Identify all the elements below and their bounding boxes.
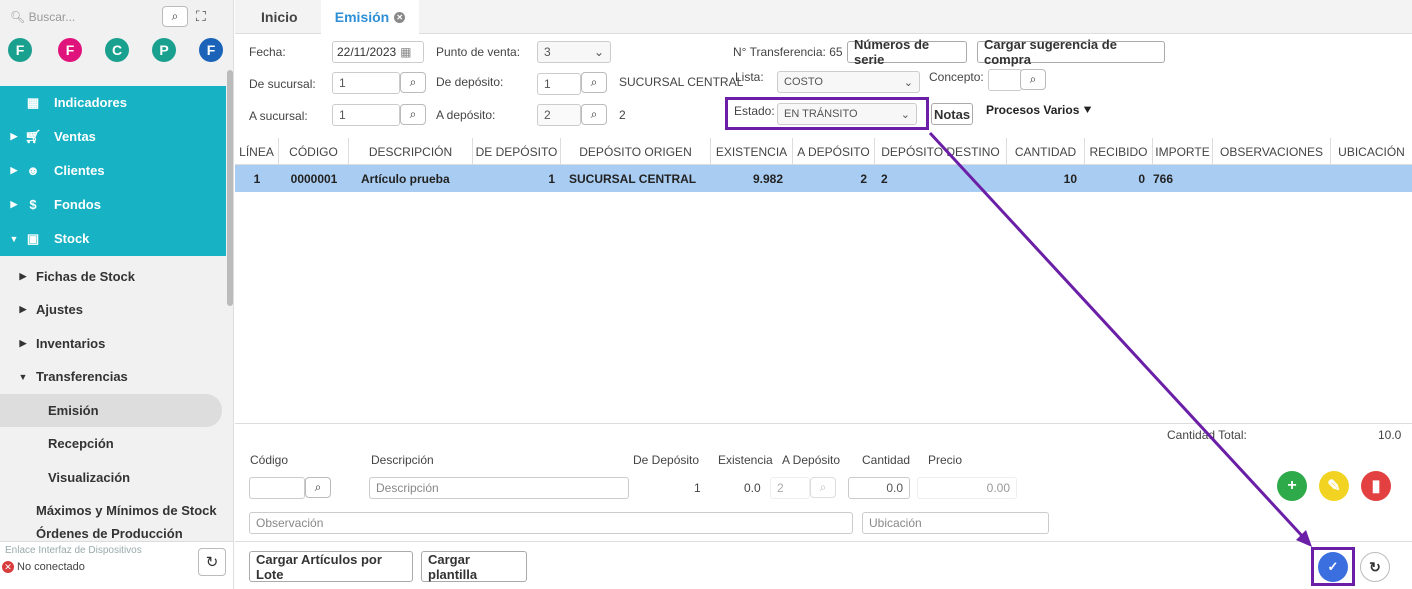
annotation-arrow: [928, 131, 1312, 547]
